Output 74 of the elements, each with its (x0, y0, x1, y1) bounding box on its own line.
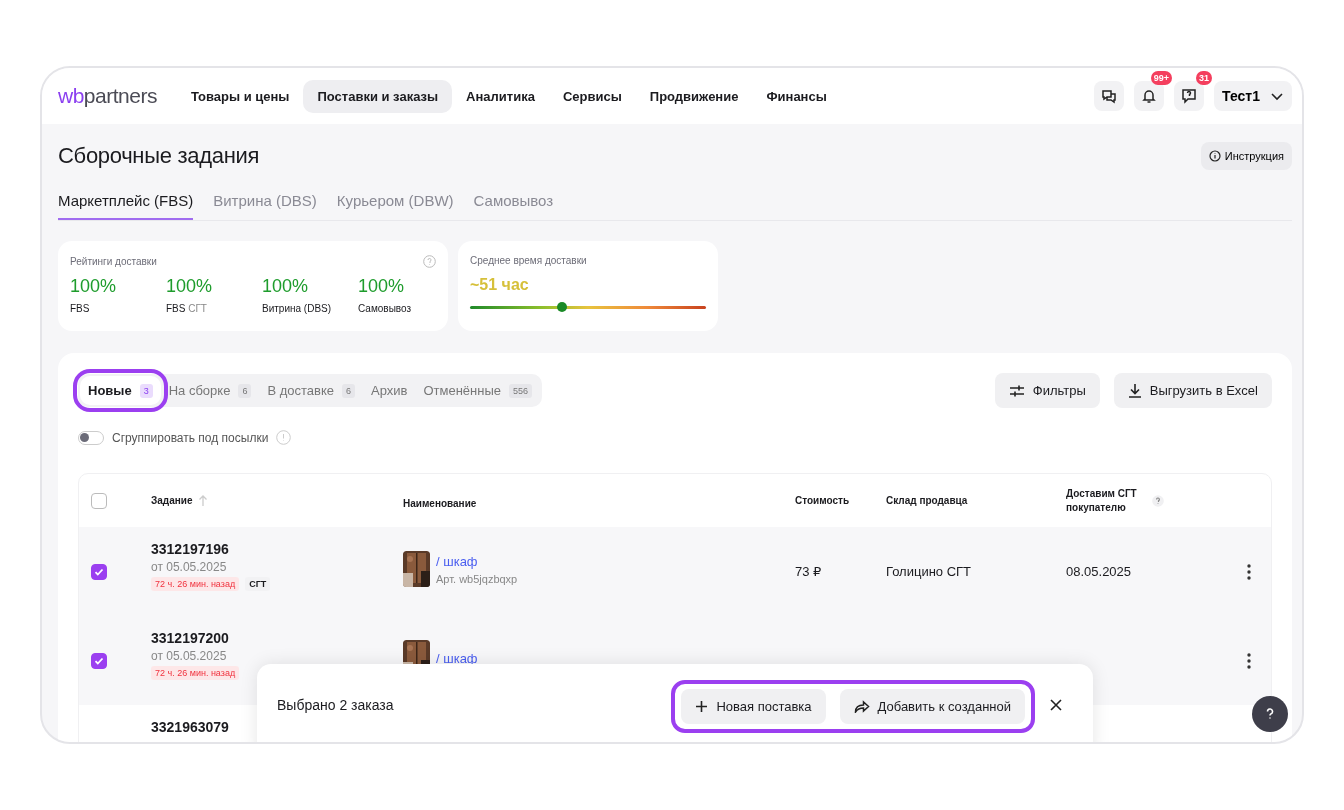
rating-label: FBS (70, 303, 91, 314)
question-icon (1266, 708, 1274, 720)
delivery-time-value: ~51 час (470, 276, 530, 294)
add-to-existing-button[interactable]: Добавить к созданной (839, 689, 1025, 724)
column-header: Стоимость (795, 495, 850, 506)
rating-label: Витрина (DBS) (262, 303, 333, 314)
chat-button[interactable] (1094, 81, 1125, 111)
plus-icon (695, 700, 709, 713)
status-tab[interactable]: Архив (363, 376, 416, 405)
product-link[interactable]: / шкаф (436, 650, 478, 666)
column-header: Наименование (403, 498, 477, 509)
age-badge: 72 ч. 26 мин. назад (151, 666, 240, 680)
channel-tab[interactable]: Маркетплейс (FBS) (58, 192, 194, 220)
column-header[interactable]: Задание (151, 495, 193, 506)
row-checkbox[interactable] (91, 652, 107, 669)
table-row[interactable]: 3312197196 от 05.05.2025 72 ч. 26 мин. назад СГТ / шкаф Арт. wb5jqzbqxp 73 ₽ Голицино СГТ 08.05.2025 (79, 527, 1271, 616)
order-number[interactable]: 3321963079 (151, 719, 229, 735)
rating-value: 100% (70, 276, 118, 297)
order-number[interactable]: 3312197200 (151, 630, 229, 646)
row-checkbox[interactable] (91, 563, 107, 580)
more-icon[interactable] (1246, 563, 1251, 580)
column-header: Склад продавца (886, 495, 968, 506)
status-tab[interactable]: На сборке 6 (160, 376, 260, 405)
rating-label: Самовывоз (358, 303, 413, 314)
rating-value: 100% (166, 276, 214, 297)
notifications-button[interactable] (1134, 81, 1165, 111)
tag-badge: СГТ (245, 577, 271, 591)
nav-item[interactable]: Финансы (752, 79, 841, 113)
rating-value: 100% (262, 276, 310, 297)
delivery-date-cell: 08.05.2025 (1066, 564, 1132, 579)
age-badge: 72 ч. 26 мин. назад (151, 577, 240, 591)
page-title: Сборочные задания (58, 143, 260, 169)
export-button[interactable]: Выгрузить в Excel (1113, 373, 1272, 408)
nav-item[interactable]: Продвижение (635, 79, 753, 113)
info-icon (1208, 150, 1221, 162)
warehouse-cell: Голицино СГТ (886, 564, 972, 579)
select-all-checkbox[interactable] (91, 492, 107, 509)
share-arrow-icon (853, 700, 870, 713)
nav-item[interactable]: Поставки и заказы (303, 79, 453, 113)
help-icon (1181, 88, 1198, 104)
toggle-label: Сгруппировать под посылки (112, 430, 269, 445)
filters-button[interactable]: Фильтры (994, 373, 1100, 408)
help-icon (1152, 494, 1164, 507)
chat-icon (1101, 88, 1118, 104)
order-number[interactable]: 3312197196 (151, 541, 229, 557)
rating-value: 100% (358, 276, 406, 297)
nav-item[interactable]: Сервисы (548, 79, 636, 113)
bell-icon (1141, 88, 1158, 104)
status-tab[interactable]: Отменённые 556 (415, 376, 541, 405)
price-cell: 73 ₽ (795, 564, 822, 579)
more-icon[interactable] (1246, 652, 1251, 669)
download-icon (1127, 383, 1142, 398)
nav-item[interactable]: Аналитика (452, 79, 549, 113)
order-date: от 05.05.2025 (151, 560, 227, 574)
nav-item[interactable]: Товары и цены (176, 79, 304, 113)
count-badge: 99+ (1150, 71, 1173, 85)
count-badge: 31 (1196, 71, 1213, 85)
instruction-button[interactable]: Инструкция (1200, 142, 1292, 170)
user-menu[interactable]: Тест1 (1214, 81, 1292, 111)
order-date: от 05.05.2025 (151, 649, 227, 663)
info-icon (276, 430, 292, 445)
card-title: Среднее время доставки (470, 255, 588, 266)
rating-label: FBS СГТ (166, 303, 208, 314)
card-title: Рейтинги доставки (70, 256, 157, 267)
logo[interactable]: wbpartners (58, 84, 157, 108)
new-shipment-button[interactable]: Новая поставка (681, 689, 826, 724)
sliders-icon (1008, 383, 1025, 398)
help-button[interactable] (1174, 81, 1205, 111)
column-header: Доставим СГТ покупателю (1066, 486, 1138, 515)
article-number: Арт. wb5jqzbqxp (436, 572, 518, 585)
close-button[interactable] (1049, 698, 1063, 712)
status-tab[interactable]: В доставке 6 (259, 376, 363, 405)
product-link[interactable]: / шкаф (436, 553, 518, 569)
help-icon (423, 255, 436, 268)
